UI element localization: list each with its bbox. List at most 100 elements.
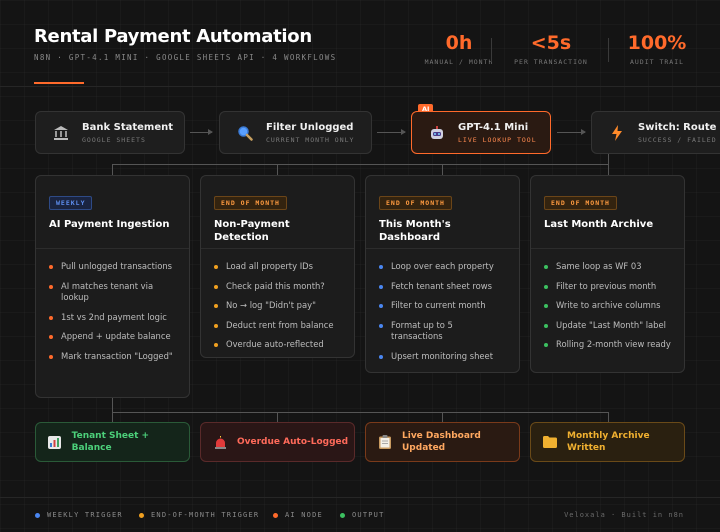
workflow-card-non-payment-detection[interactable]: END OF MONTH Non-Payment Detection Load … [200,175,355,358]
legend-end-of-month-trigger: END-OF-MONTH TRIGGER [139,511,259,519]
list-item: AI matches tenant via lookup [49,281,176,304]
stat-audit-trail: 100% AUDIT TRAIL [624,32,690,66]
card-title: AI Payment Ingestion [49,219,170,230]
legend-ai-node: AI NODE [273,511,323,519]
connector-line [112,164,608,165]
output-overdue[interactable]: Overdue Auto-Logged [200,422,355,462]
flow-node-title: GPT-4.1 Mini [458,121,529,133]
footer-credit: Veloxala · Built in n8n [564,511,684,519]
list-item: No → log "Didn't pay" [214,300,341,312]
lightning-icon [608,124,626,142]
list-item: Filter to current month [379,300,506,312]
list-item: Fetch tenant sheet rows [379,281,506,293]
stat-label: AUDIT TRAIL [629,58,685,66]
flow-arrow [190,129,213,135]
siren-icon [213,435,227,449]
flow-arrow [377,129,406,135]
connector-line [112,398,113,422]
stat-per-transaction: <5s PER TRANSACTION [508,32,594,66]
stat-label: PER TRANSACTION [514,58,588,66]
title-underline [34,82,84,84]
connector-line [112,412,608,413]
page-subtitle: N8N · GPT-4.1 MINI · GOOGLE SHEETS API ·… [34,53,337,62]
legend-dot [273,512,278,518]
stat-value: 0h [445,32,473,54]
list-item: Loop over each property [379,261,506,273]
card-title: Last Month Archive [544,219,654,230]
list-item: Deduct rent from balance [214,320,341,332]
list-item: Update "Last Month" label [544,320,671,332]
flow-node-subtitle: CURRENT MONTH ONLY [266,135,355,144]
list-item: Load all property IDs [214,261,341,273]
list-item: Pull unlogged transactions [49,261,176,273]
legend-weekly-trigger: WEEKLY TRIGGER [35,511,123,519]
list-item: Write to archive columns [544,300,671,312]
legend-label: AI NODE [285,511,323,519]
flow-node-bank-statement[interactable]: Bank Statement GOOGLE SHEETS [35,111,185,154]
list-item: 1st vs 2nd payment logic [49,312,176,324]
connector-line [277,412,278,422]
connector-line [608,412,609,422]
connector-line [442,164,443,175]
magnifier-icon [236,124,254,142]
flow-node-filter-unlogged[interactable]: Filter Unlogged CURRENT MONTH ONLY [219,111,372,154]
stat-label: MANUAL / MONTH [424,58,494,66]
list-item: Append + update balance [49,331,176,343]
flow-node-subtitle: LIVE LOOKUP TOOL [458,135,537,144]
flow-node-switch-route[interactable]: Switch: Route SUCCESS / FAILED [591,111,720,154]
flow-node-title: Filter Unlogged [266,121,354,133]
bar-chart-icon [48,435,62,449]
list-item: Rolling 2-month view ready [544,339,671,351]
output-label: Overdue Auto-Logged [237,437,349,447]
legend-dot [139,512,144,518]
list-item: Filter to previous month [544,281,671,293]
flow-node-title: Switch: Route [638,121,717,133]
workflow-card-this-months-dashboard[interactable]: END OF MONTH This Month's Dashboard Loop… [365,175,520,373]
clipboard-icon [378,435,392,449]
folder-icon [543,435,557,449]
robot-icon [428,124,446,142]
connector-line [277,164,278,175]
stat-divider [491,38,492,62]
legend-label: END-OF-MONTH TRIGGER [151,511,260,519]
connector-line [112,164,113,175]
output-label: Tenant Sheet + Balance [71,431,150,453]
legend-dot [340,512,345,518]
card-title: Non-Payment Detection [214,219,290,243]
list-item: Check paid this month? [214,281,341,293]
output-dashboard[interactable]: Live Dashboard Updated [365,422,520,462]
list-item: Mark transaction "Logged" [49,351,176,363]
stat-value: 100% [627,32,687,54]
flow-node-subtitle: GOOGLE SHEETS [82,135,146,144]
output-label: Live Dashboard Updated [402,431,481,453]
trigger-badge: END OF MONTH [544,196,617,210]
stat-value: <5s [530,32,572,54]
trigger-badge: END OF MONTH [379,196,452,210]
stat-manual-hours: 0h MANUAL / MONTH [399,32,519,66]
flow-node-subtitle: SUCCESS / FAILED [638,135,717,144]
bank-icon [52,124,70,142]
stat-divider [608,38,609,62]
list-item: Overdue auto-reflected [214,339,341,351]
output-label: Monthly Archive Written [567,431,650,453]
connector-line [608,164,609,175]
flow-node-gpt[interactable]: GPT-4.1 Mini LIVE LOOKUP TOOL [411,111,551,154]
footer-divider [0,497,720,498]
workflow-card-ai-payment-ingestion[interactable]: WEEKLY AI Payment Ingestion Pull unlogge… [35,175,190,398]
connector-line [442,412,443,422]
legend-label: OUTPUT [352,511,385,519]
legend-dot [35,512,40,518]
workflow-card-last-month-archive[interactable]: END OF MONTH Last Month Archive Same loo… [530,175,685,373]
legend-label: WEEKLY TRIGGER [47,511,123,519]
list-item: Upsert monitoring sheet [379,351,506,363]
output-tenant-sheet[interactable]: Tenant Sheet + Balance [35,422,190,462]
output-archive[interactable]: Monthly Archive Written [530,422,685,462]
list-item: Format up to 5 transactions [379,320,506,343]
trigger-badge: WEEKLY [49,196,93,210]
list-item: Same loop as WF 03 [544,261,671,273]
flow-node-title: Bank Statement [82,121,174,133]
trigger-badge: END OF MONTH [214,196,287,210]
flow-arrow [557,129,586,135]
card-title: This Month's Dashboard [379,219,451,243]
legend-output: OUTPUT [340,511,385,519]
